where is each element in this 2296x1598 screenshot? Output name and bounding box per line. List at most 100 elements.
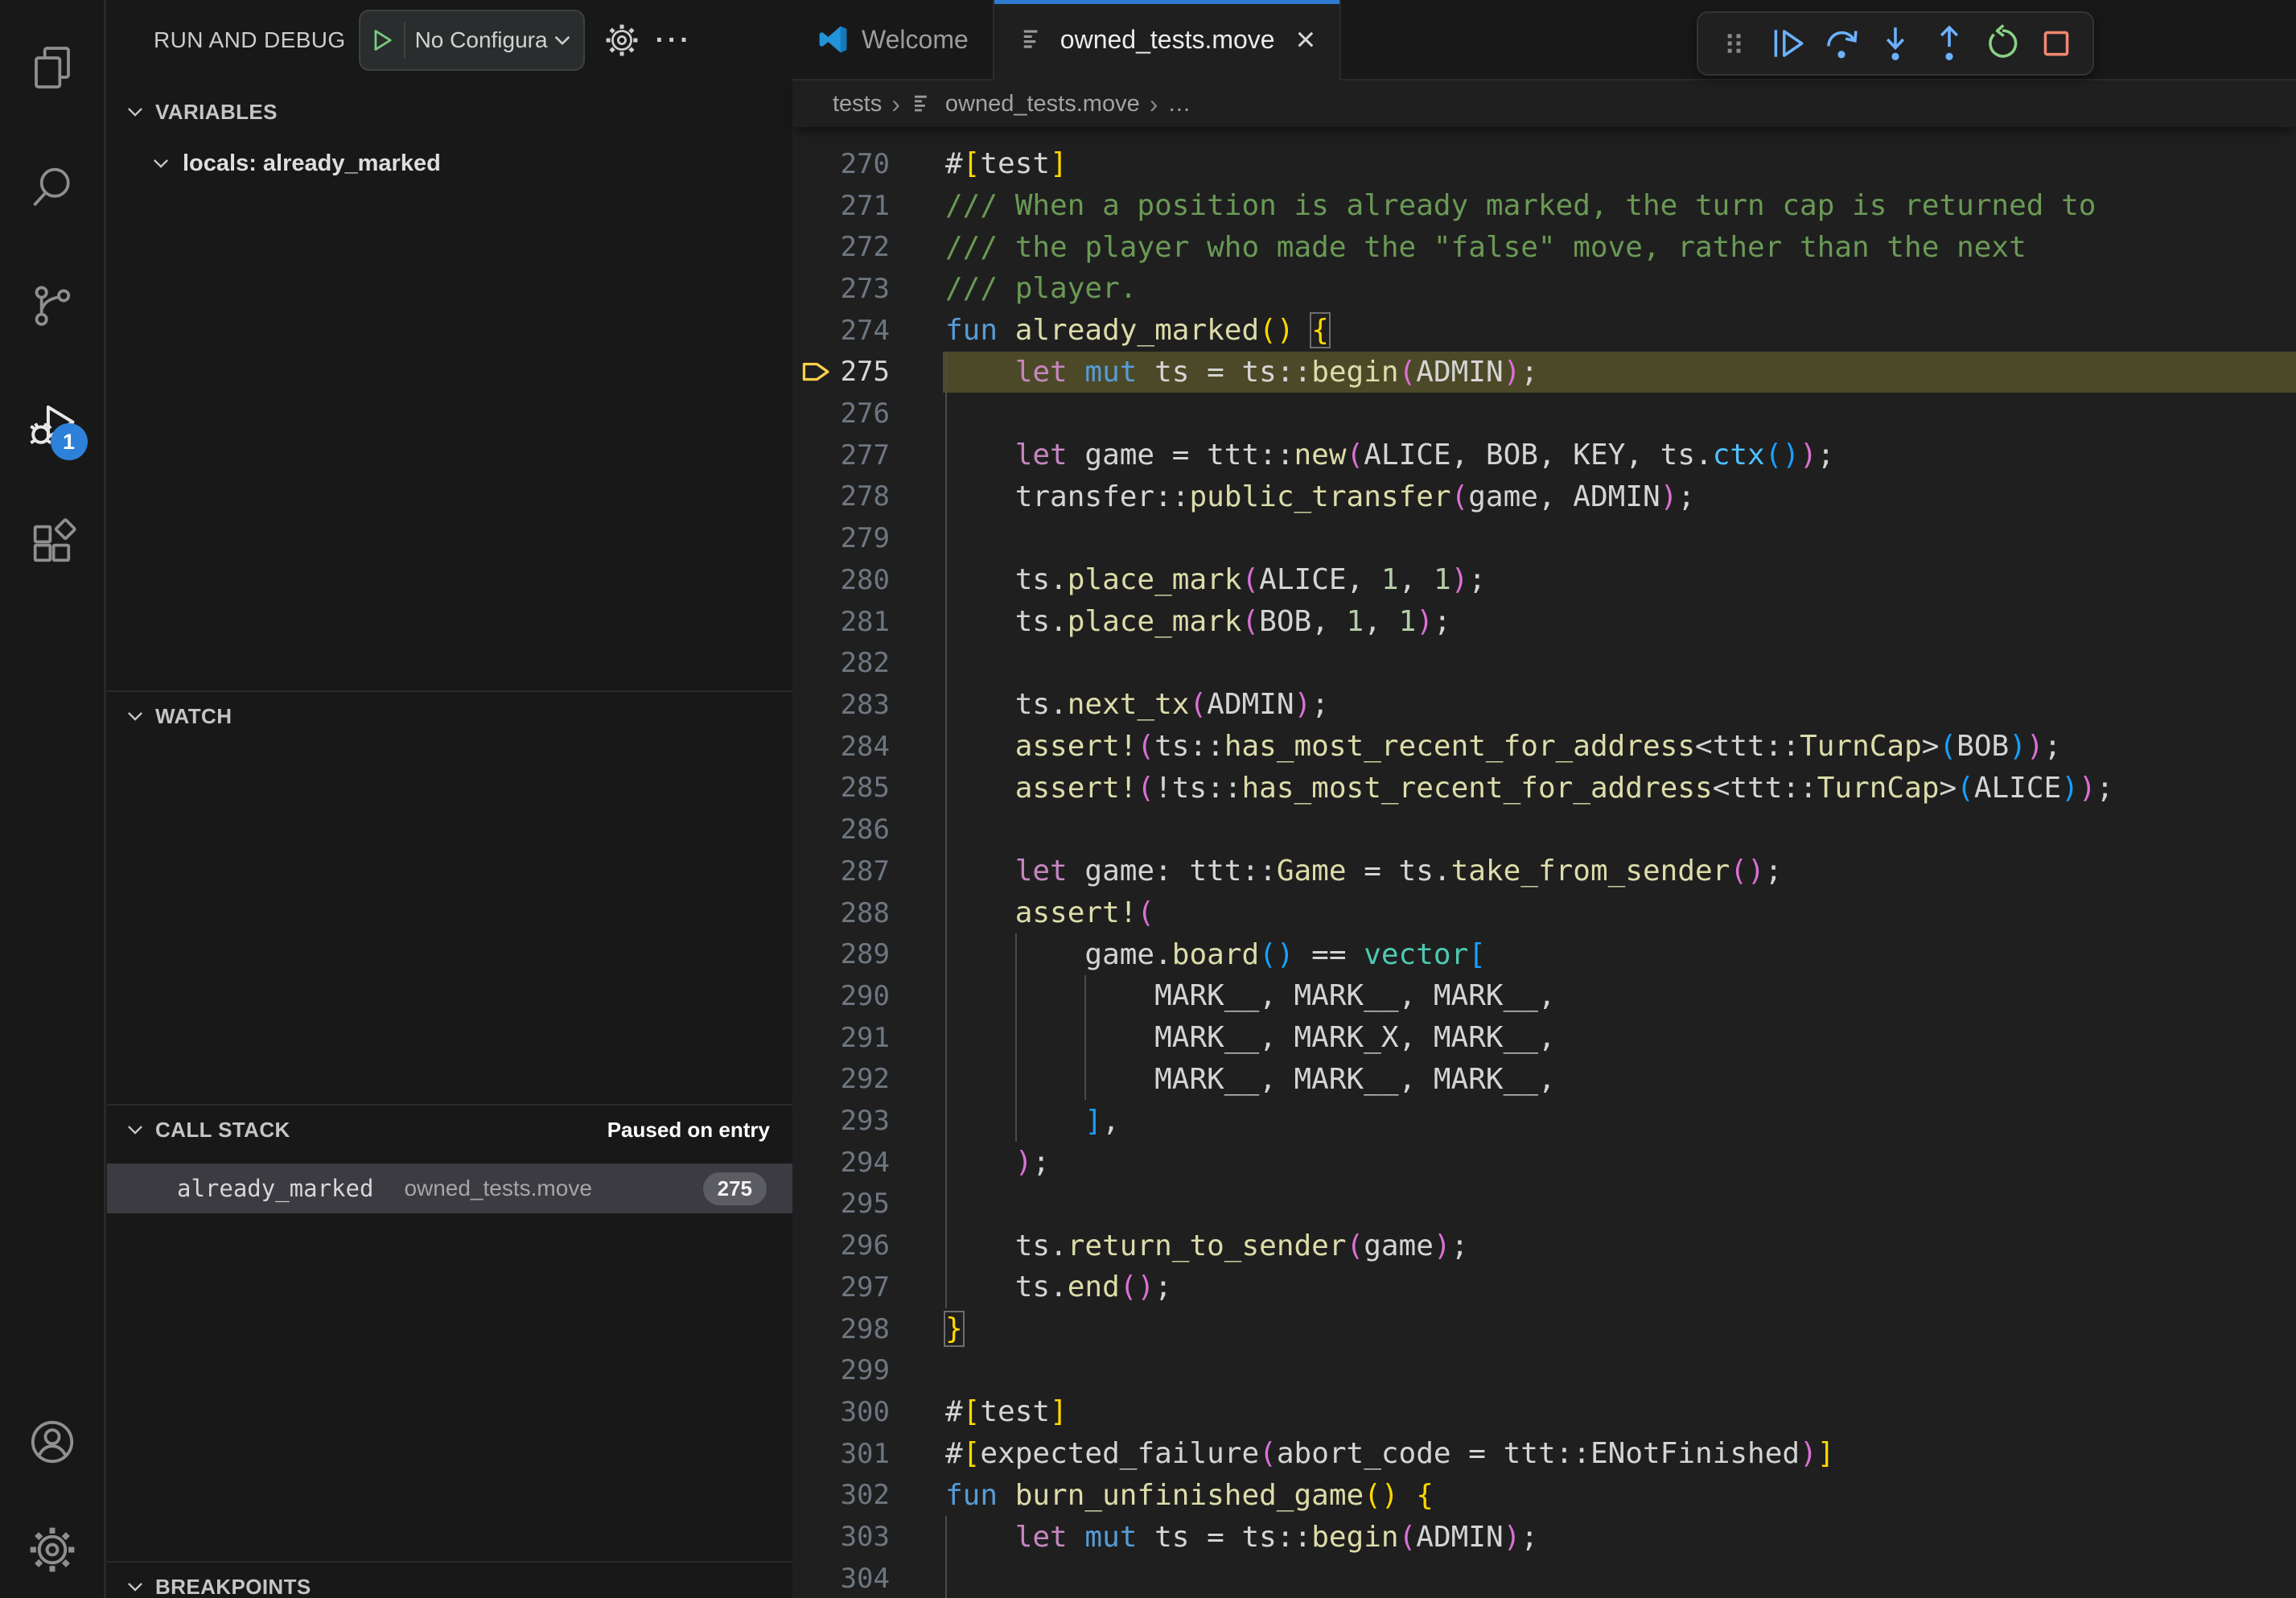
code-line-303[interactable]: 303 let mut ts = ts::begin(ADMIN); bbox=[792, 1516, 2296, 1558]
gutter-line-273[interactable]: 273 bbox=[792, 273, 943, 305]
gutter-line-275[interactable]: 275 bbox=[792, 356, 943, 388]
gutter-line-270[interactable]: 270 bbox=[792, 148, 943, 180]
code-line-278[interactable]: 278 transfer::public_transfer(game, ADMI… bbox=[792, 476, 2296, 518]
gutter-line-278[interactable]: 278 bbox=[792, 480, 943, 513]
gutter-line-294[interactable]: 294 bbox=[792, 1147, 943, 1179]
code-line-295[interactable]: 295 bbox=[792, 1184, 2296, 1225]
gutter-line-284[interactable]: 284 bbox=[792, 731, 943, 763]
code-line-287[interactable]: 287 let game: ttt::Game = ts.take_from_s… bbox=[792, 850, 2296, 892]
code-line-291[interactable]: 291 MARK__, MARK_X, MARK__, bbox=[792, 1017, 2296, 1059]
code-line-283[interactable]: 283 ts.next_tx(ADMIN); bbox=[792, 684, 2296, 726]
code-line-281[interactable]: 281 ts.place_mark(BOB, 1, 1); bbox=[792, 601, 2296, 643]
gutter-line-288[interactable]: 288 bbox=[792, 897, 943, 929]
code-line-286[interactable]: 286 bbox=[792, 809, 2296, 850]
code-line-289[interactable]: 289 game.board() == vector[ bbox=[792, 933, 2296, 975]
gutter-line-276[interactable]: 276 bbox=[792, 397, 943, 430]
code-line-298[interactable]: 298} bbox=[792, 1308, 2296, 1350]
gutter-line-302[interactable]: 302 bbox=[792, 1479, 943, 1511]
gutter-line-299[interactable]: 299 bbox=[792, 1354, 943, 1386]
editor-code-area[interactable]: 270#[test]271/// When a position is alre… bbox=[792, 127, 2296, 1598]
start-debugging-config-dropdown[interactable]: No Configura bbox=[359, 10, 585, 71]
code-line-276[interactable]: 276 bbox=[792, 393, 2296, 435]
breadcrumb-item-file[interactable]: owned_tests.move bbox=[945, 91, 1140, 117]
code-line-280[interactable]: 280 ts.place_mark(ALICE, 1, 1); bbox=[792, 559, 2296, 601]
section-header-watch[interactable]: WATCH bbox=[107, 690, 792, 740]
section-header-variables[interactable]: VARIABLES bbox=[107, 87, 792, 137]
gutter-line-283[interactable]: 283 bbox=[792, 689, 943, 721]
settings-button[interactable] bbox=[12, 1501, 93, 1598]
code-line-294[interactable]: 294 ); bbox=[792, 1142, 2296, 1184]
code-line-285[interactable]: 285 assert!(!ts::has_most_recent_for_add… bbox=[792, 768, 2296, 809]
restart-icon[interactable] bbox=[1977, 19, 2027, 68]
tab-owned-tests-move[interactable]: owned_tests.move × bbox=[994, 0, 1341, 79]
sidebar-item-search[interactable] bbox=[12, 127, 93, 246]
gutter-line-274[interactable]: 274 bbox=[792, 315, 943, 347]
gutter-line-286[interactable]: 286 bbox=[792, 813, 943, 846]
code-line-270[interactable]: 270#[test] bbox=[792, 143, 2296, 185]
code-line-296[interactable]: 296 ts.return_to_sender(game); bbox=[792, 1225, 2296, 1266]
call-stack-frame[interactable]: already_marked owned_tests.move 275 bbox=[107, 1163, 792, 1213]
section-header-breakpoints[interactable]: BREAKPOINTS bbox=[107, 1561, 792, 1598]
code-line-282[interactable]: 282 bbox=[792, 642, 2296, 684]
gutter-line-293[interactable]: 293 bbox=[792, 1105, 943, 1137]
sidebar-item-source-control[interactable] bbox=[12, 246, 93, 365]
step-into-icon[interactable] bbox=[1870, 19, 1920, 68]
gutter-line-287[interactable]: 287 bbox=[792, 855, 943, 888]
debug-settings-gear-button[interactable] bbox=[604, 23, 640, 58]
code-line-275[interactable]: 275 let mut ts = ts::begin(ADMIN); bbox=[792, 352, 2296, 393]
gutter-line-280[interactable]: 280 bbox=[792, 564, 943, 596]
gutter-line-290[interactable]: 290 bbox=[792, 980, 943, 1012]
code-line-300[interactable]: 300#[test] bbox=[792, 1391, 2296, 1433]
gutter-line-297[interactable]: 297 bbox=[792, 1271, 943, 1304]
gutter-line-301[interactable]: 301 bbox=[792, 1438, 943, 1470]
gutter-line-282[interactable]: 282 bbox=[792, 647, 943, 679]
code-line-304[interactable]: 304 bbox=[792, 1558, 2296, 1598]
code-line-279[interactable]: 279 bbox=[792, 517, 2296, 559]
code-line-273[interactable]: 273/// player. bbox=[792, 268, 2296, 310]
gutter-line-285[interactable]: 285 bbox=[792, 772, 943, 804]
gutter-line-298[interactable]: 298 bbox=[792, 1313, 943, 1345]
sidebar-item-run-and-debug[interactable]: 1 bbox=[12, 365, 93, 484]
gutter-line-296[interactable]: 296 bbox=[792, 1229, 943, 1262]
code-line-299[interactable]: 299 bbox=[792, 1349, 2296, 1391]
code-line-292[interactable]: 292 MARK__, MARK__, MARK__, bbox=[792, 1058, 2296, 1100]
close-icon[interactable]: × bbox=[1296, 23, 1316, 56]
gutter-line-271[interactable]: 271 bbox=[792, 190, 943, 222]
code-line-272[interactable]: 272/// the player who made the "false" m… bbox=[792, 226, 2296, 268]
account-button[interactable] bbox=[12, 1382, 93, 1501]
code-line-290[interactable]: 290 MARK__, MARK__, MARK__, bbox=[792, 975, 2296, 1017]
variables-scope-locals[interactable]: locals: already_marked bbox=[107, 138, 792, 188]
step-over-icon[interactable] bbox=[1817, 19, 1866, 68]
sidebar-item-extensions[interactable] bbox=[12, 484, 93, 603]
gutter-line-277[interactable]: 277 bbox=[792, 439, 943, 472]
code-line-297[interactable]: 297 ts.end(); bbox=[792, 1266, 2296, 1308]
code-line-293[interactable]: 293 ], bbox=[792, 1100, 2296, 1142]
toolbar-drag-grip[interactable] bbox=[1710, 19, 1759, 68]
gutter-line-292[interactable]: 292 bbox=[792, 1063, 943, 1095]
code-line-284[interactable]: 284 assert!(ts::has_most_recent_for_addr… bbox=[792, 726, 2296, 768]
gutter-line-291[interactable]: 291 bbox=[792, 1022, 943, 1054]
gutter-line-289[interactable]: 289 bbox=[792, 938, 943, 970]
breadcrumb-item-tests[interactable]: tests bbox=[833, 91, 882, 117]
gutter-line-279[interactable]: 279 bbox=[792, 522, 943, 554]
more-actions-icon[interactable]: ··· bbox=[656, 25, 693, 56]
gutter-line-272[interactable]: 272 bbox=[792, 231, 943, 263]
gutter-line-304[interactable]: 304 bbox=[792, 1563, 943, 1595]
tab-welcome[interactable]: Welcome bbox=[792, 0, 994, 79]
code-line-277[interactable]: 277 let game = ttt::new(ALICE, BOB, KEY,… bbox=[792, 435, 2296, 476]
code-line-288[interactable]: 288 assert!( bbox=[792, 892, 2296, 934]
continue-icon[interactable] bbox=[1763, 19, 1813, 68]
stop-icon[interactable] bbox=[2031, 19, 2081, 68]
gutter-line-295[interactable]: 295 bbox=[792, 1188, 943, 1220]
sidebar-item-explorer[interactable] bbox=[12, 8, 93, 127]
step-out-icon[interactable] bbox=[1924, 19, 1974, 68]
code-line-302[interactable]: 302fun burn_unfinished_game() { bbox=[792, 1475, 2296, 1517]
gutter-line-281[interactable]: 281 bbox=[792, 606, 943, 638]
gutter-line-303[interactable]: 303 bbox=[792, 1521, 943, 1553]
code-line-274[interactable]: 274fun already_marked() { bbox=[792, 310, 2296, 352]
gutter-line-300[interactable]: 300 bbox=[792, 1396, 943, 1428]
code-line-271[interactable]: 271/// When a position is already marked… bbox=[792, 185, 2296, 227]
code-line-301[interactable]: 301#[expected_failure(abort_code = ttt::… bbox=[792, 1433, 2296, 1475]
breadcrumb-item-symbol[interactable]: … bbox=[1167, 91, 1191, 117]
section-header-call-stack[interactable]: CALL STACK Paused on entry bbox=[107, 1104, 792, 1154]
